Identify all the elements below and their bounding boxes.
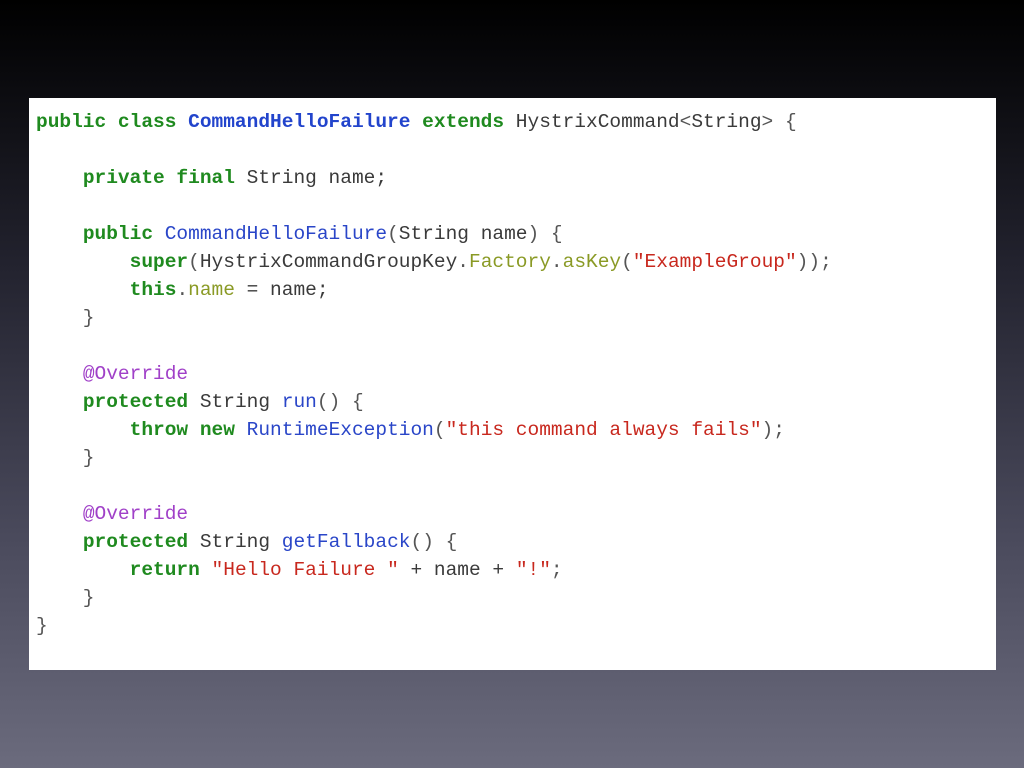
code-token: + name + <box>398 559 516 581</box>
code-token: () { <box>410 531 458 553</box>
code-panel: public class CommandHelloFailure extends… <box>29 98 996 670</box>
code-token: private final <box>82 167 235 189</box>
code-token: protected <box>82 531 189 553</box>
code-token: } <box>36 447 95 469</box>
code-token: )); <box>796 251 832 273</box>
code-token: return <box>129 559 200 581</box>
code-token: ); <box>761 419 785 441</box>
code-token: public class <box>36 111 189 133</box>
code-token: } <box>36 307 95 329</box>
code-token: CommandHelloFailure <box>164 223 388 245</box>
code-line: @Override <box>36 500 832 528</box>
code-token: . <box>457 251 469 273</box>
code-token: > { <box>761 111 797 133</box>
code-token: String <box>188 391 282 413</box>
code-token: = name; <box>234 279 329 301</box>
code-token: RuntimeException <box>246 419 434 441</box>
code-token: . <box>176 279 189 301</box>
code-token: ; <box>550 559 563 581</box>
code-token: run <box>281 391 317 413</box>
code-token: @Override <box>82 363 189 385</box>
code-line: public CommandHelloFailure(String name) … <box>36 220 832 248</box>
code-token: ( <box>387 223 399 245</box>
code-token: this <box>129 279 177 301</box>
code-token: "Hello Failure " <box>211 559 399 581</box>
code-token: String name <box>398 223 528 245</box>
code-token: asKey <box>562 251 622 273</box>
code-line: return "Hello Failure " + name + "!"; <box>36 556 832 584</box>
code-token: () { <box>316 391 364 413</box>
code-token: . <box>550 251 563 273</box>
code-line: public class CommandHelloFailure extends… <box>36 108 832 136</box>
code-line: @Override <box>36 360 832 388</box>
code-token: "this command always fails" <box>445 419 762 441</box>
code-token: "!" <box>515 559 551 581</box>
code-line: this.name = name; <box>36 276 832 304</box>
code-token: < <box>679 111 692 133</box>
code-line: protected String getFallback() { <box>36 528 832 556</box>
code-token: } <box>36 615 48 637</box>
code-token: String <box>691 111 762 133</box>
code-token: HystrixCommandGroupKey <box>199 251 458 273</box>
code-token: "ExampleGroup" <box>632 251 797 273</box>
code-token: CommandHelloFailure <box>188 111 411 133</box>
code-token: super <box>129 251 189 273</box>
code-token: String name; <box>234 167 388 189</box>
code-line: super(HystrixCommandGroupKey.Factory.asK… <box>36 248 832 276</box>
code-token: ( <box>433 419 446 441</box>
code-token: extends <box>422 111 505 133</box>
code-token: ( <box>188 251 200 273</box>
code-line: private final String name; <box>36 164 832 192</box>
slide: public class CommandHelloFailure extends… <box>0 0 1024 768</box>
code-line: } <box>36 584 832 612</box>
code-token: @Override <box>82 503 189 525</box>
code-token: String <box>188 531 282 553</box>
code-block: public class CommandHelloFailure extends… <box>36 108 832 640</box>
code-line: } <box>36 444 832 472</box>
code-line: } <box>36 304 832 332</box>
code-token: ) { <box>527 223 563 245</box>
code-token: throw new <box>129 419 235 441</box>
code-line: protected String run() { <box>36 388 832 416</box>
code-token: protected <box>82 391 189 413</box>
code-token: name <box>188 279 235 301</box>
code-line: } <box>36 612 832 640</box>
code-token: ( <box>621 251 633 273</box>
code-token: HystrixCommand <box>504 111 680 133</box>
code-token: } <box>36 587 95 609</box>
code-token: Factory <box>469 251 551 273</box>
code-token: getFallback <box>281 531 411 553</box>
code-line: throw new RuntimeException("this command… <box>36 416 832 444</box>
code-token: public <box>82 223 154 245</box>
